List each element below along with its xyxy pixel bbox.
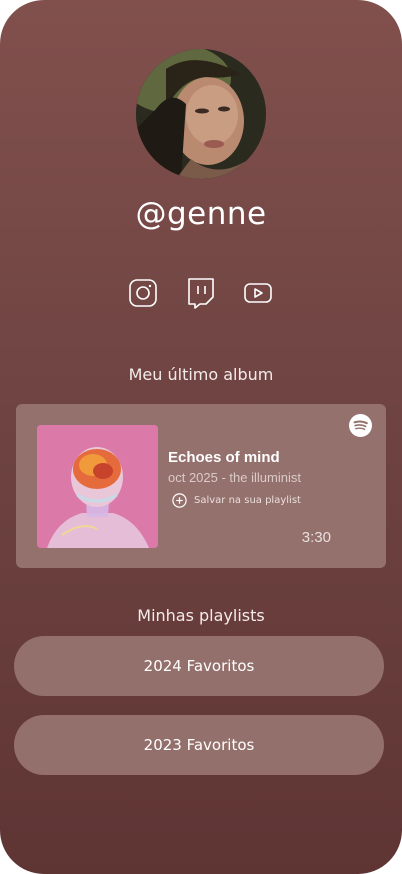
album-title[interactable]: Echoes of mind bbox=[168, 449, 280, 466]
album-subtitle: oct 2025 - the illuminist bbox=[168, 470, 301, 485]
playlists-title: Minhas playlists bbox=[137, 606, 265, 625]
avatar-photo bbox=[136, 49, 266, 179]
album-cover-art bbox=[37, 425, 158, 548]
playlist-button-2024[interactable]: 2024 Favoritos bbox=[14, 636, 384, 696]
track-duration: 3:30 bbox=[301, 529, 331, 546]
add-circle-icon bbox=[172, 492, 187, 508]
save-to-playlist-button[interactable]: Salvar na sua playlist bbox=[172, 492, 301, 508]
social-links bbox=[0, 276, 402, 310]
save-to-playlist-label: Salvar na sua playlist bbox=[194, 494, 301, 506]
spotify-icon[interactable] bbox=[349, 414, 372, 437]
album-card[interactable]: Echoes of mind oct 2025 - the illuminist… bbox=[16, 404, 386, 568]
instagram-icon[interactable] bbox=[127, 276, 159, 310]
album-cover[interactable] bbox=[37, 425, 158, 548]
youtube-icon[interactable] bbox=[242, 276, 274, 310]
playlist-button-2023[interactable]: 2023 Favoritos bbox=[14, 715, 384, 775]
playlist-label: 2024 Favoritos bbox=[143, 657, 255, 675]
profile-handle: @genne bbox=[135, 196, 267, 232]
avatar[interactable] bbox=[136, 49, 266, 179]
latest-album-title: Meu último album bbox=[128, 365, 274, 384]
playlist-label: 2023 Favoritos bbox=[143, 736, 255, 754]
profile-page: @genne Meu último album Echoes of mind o… bbox=[0, 0, 402, 874]
twitch-icon[interactable] bbox=[185, 276, 217, 310]
